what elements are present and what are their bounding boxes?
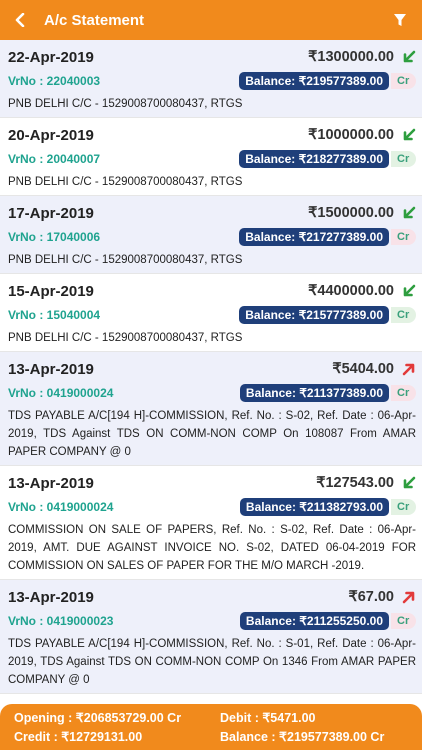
voucher-number: VrNo : 17040006 bbox=[8, 230, 101, 244]
filter-icon bbox=[394, 13, 406, 26]
arrow-up-right-icon bbox=[402, 362, 416, 376]
arrow-up-right-icon bbox=[402, 590, 416, 604]
statement-list[interactable]: 22-Apr-2019 ₹1300000.00 VrNo : 22040003 Bal… bbox=[0, 40, 422, 704]
arrow-down-left-icon bbox=[402, 50, 416, 64]
closing-balance: Balance : ₹219577389.00 Cr bbox=[220, 730, 385, 744]
cr-dr-badge: Cr bbox=[391, 613, 416, 629]
entry-amount: ₹1300000.00 bbox=[308, 49, 394, 65]
statement-entry[interactable]: 17-Apr-2019 ₹1500000.00 VrNo : 17040006 Bal… bbox=[0, 196, 422, 274]
entry-amount: ₹1000000.00 bbox=[308, 127, 394, 143]
voucher-number: VrNo : 0419000024 bbox=[8, 386, 114, 400]
entry-amount: ₹67.00 bbox=[348, 589, 394, 605]
entry-date: 13-Apr-2019 bbox=[8, 474, 94, 492]
back-button[interactable] bbox=[10, 10, 30, 30]
cr-dr-badge: Cr bbox=[391, 73, 416, 89]
voucher-number: VrNo : 0419000023 bbox=[8, 614, 114, 628]
entry-description: PNB DELHI C/C - 1529008700080437, RTGS bbox=[8, 332, 243, 344]
entry-amount: ₹5404.00 bbox=[332, 361, 394, 377]
statement-entry[interactable]: 13-Apr-2019 ₹67.00 VrNo : 0419000023 Balanc… bbox=[0, 580, 422, 694]
app-header: A/c Statement bbox=[0, 0, 422, 40]
entry-date: 20-Apr-2019 bbox=[8, 126, 94, 144]
entry-amount: ₹4400000.00 bbox=[308, 283, 394, 299]
entry-date: 13-Apr-2019 bbox=[8, 360, 94, 378]
arrow-down-left-icon bbox=[402, 476, 416, 490]
total-credit: Credit : ₹12729131.00 bbox=[14, 730, 143, 744]
cr-dr-badge: Cr bbox=[391, 229, 416, 245]
entry-amount: ₹1500000.00 bbox=[308, 205, 394, 221]
entry-date: 17-Apr-2019 bbox=[8, 204, 94, 222]
arrow-down-left-icon bbox=[402, 128, 416, 142]
voucher-number: VrNo : 22040003 bbox=[8, 74, 101, 88]
statement-entry[interactable]: 22-Apr-2019 ₹1300000.00 VrNo : 22040003 Bal… bbox=[0, 40, 422, 118]
voucher-number: VrNo : 15040004 bbox=[8, 308, 101, 322]
cr-dr-badge: Cr bbox=[391, 307, 416, 323]
statement-entry[interactable]: 13-Apr-2019 ₹5404.00 VrNo : 0419000024 Bala… bbox=[0, 352, 422, 466]
voucher-number: VrNo : 20040007 bbox=[8, 152, 101, 166]
cr-dr-badge: Cr bbox=[391, 385, 416, 401]
entry-description: TDS PAYABLE A/C[194 H]-COMMISSION, Ref. … bbox=[8, 410, 416, 458]
balance-badge: Balance: ₹211377389.00 bbox=[239, 384, 389, 402]
opening-balance: Opening : ₹206853729.00 Cr bbox=[14, 711, 182, 725]
total-debit: Debit : ₹5471.00 bbox=[220, 711, 316, 725]
balance-badge: Balance: ₹218277389.00 bbox=[239, 150, 389, 168]
entry-description: TDS PAYABLE A/C[194 H]-COMMISSION, Ref. … bbox=[8, 638, 416, 686]
entry-amount: ₹127543.00 bbox=[316, 475, 394, 491]
entry-description: PNB DELHI C/C - 1529008700080437, RTGS bbox=[8, 176, 243, 188]
filter-button[interactable] bbox=[388, 8, 412, 32]
statement-entry[interactable]: 15-Apr-2019 ₹4400000.00 VrNo : 15040004 Bal… bbox=[0, 274, 422, 352]
voucher-number: VrNo : 0419000024 bbox=[8, 500, 114, 514]
balance-badge: Balance: ₹211255250.00 bbox=[239, 612, 389, 630]
cr-dr-badge: Cr bbox=[391, 499, 416, 515]
summary-footer: Opening : ₹206853729.00 Cr Debit : ₹5471… bbox=[0, 704, 422, 750]
statement-entry[interactable]: 20-Apr-2019 ₹1000000.00 VrNo : 20040007 Bal… bbox=[0, 118, 422, 196]
chevron-left-icon bbox=[15, 13, 25, 27]
balance-badge: Balance: ₹217277389.00 bbox=[239, 228, 389, 246]
page-title: A/c Statement bbox=[44, 11, 145, 29]
balance-badge: Balance: ₹215777389.00 bbox=[239, 306, 389, 324]
arrow-down-left-icon bbox=[402, 206, 416, 220]
entry-description: PNB DELHI C/C - 1529008700080437, RTGS bbox=[8, 98, 243, 110]
entry-date: 13-Apr-2019 bbox=[8, 588, 94, 606]
entry-description: PNB DELHI C/C - 1529008700080437, RTGS bbox=[8, 254, 243, 266]
balance-badge: Balance: ₹211382793.00 bbox=[239, 498, 389, 516]
statement-entry[interactable]: 13-Apr-2019 ₹127543.00 VrNo : 0419000024 Ba… bbox=[0, 466, 422, 580]
entry-date: 15-Apr-2019 bbox=[8, 282, 94, 300]
entry-date: 22-Apr-2019 bbox=[8, 48, 94, 66]
balance-badge: Balance: ₹219577389.00 bbox=[239, 72, 389, 90]
entry-description: COMMISSION ON SALE OF PAPERS, Ref. No. :… bbox=[8, 524, 416, 572]
cr-dr-badge: Cr bbox=[391, 151, 416, 167]
arrow-down-left-icon bbox=[402, 284, 416, 298]
